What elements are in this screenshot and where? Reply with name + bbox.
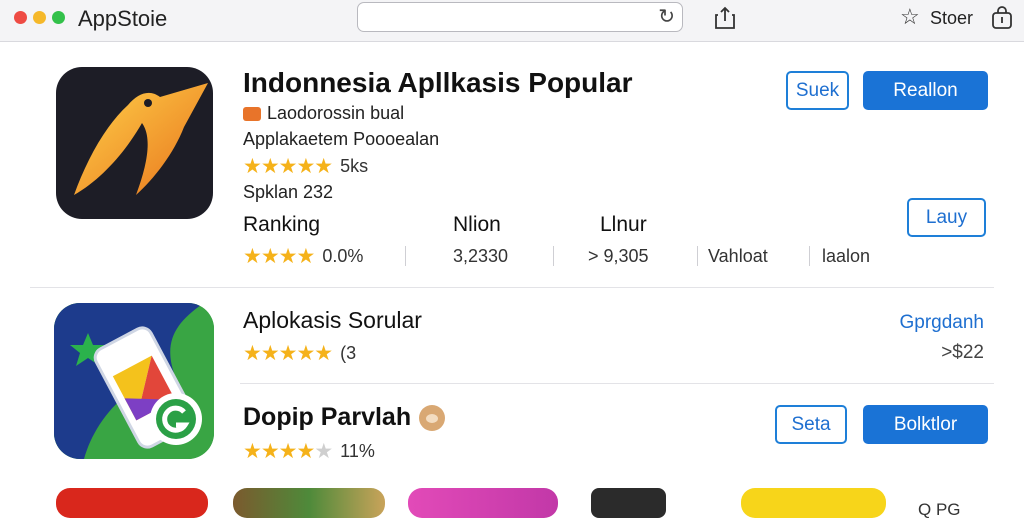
thumbnail-app-4[interactable] xyxy=(591,488,666,518)
stat-value-vahloat: Vahloat xyxy=(708,246,768,266)
thumbnail-app-1[interactable] xyxy=(56,488,208,518)
rating-count: 5ks xyxy=(340,156,369,176)
list-app-link-1[interactable]: Gprgdanh xyxy=(899,312,984,334)
thumbnail-app-2[interactable] xyxy=(233,488,385,518)
app-title: AppStoie xyxy=(78,6,168,31)
list-app-price-1: >$22 xyxy=(941,342,984,363)
store-label[interactable]: Stoer xyxy=(930,8,973,29)
stat-ranking: ★★★★ 0.0% xyxy=(243,244,363,269)
rating-text-2: 11% xyxy=(340,441,375,461)
row-divider xyxy=(240,383,994,384)
reload-icon[interactable]: ↻ xyxy=(658,6,675,28)
maximize-window-button[interactable] xyxy=(52,11,65,24)
share-icon[interactable] xyxy=(714,6,736,30)
list-app-title-2-text: Dopip Parvlah xyxy=(243,403,412,431)
developer-icon xyxy=(243,106,261,121)
ranking-stars-icon: ★★★★ xyxy=(243,245,315,268)
bag-icon[interactable] xyxy=(990,6,1014,30)
section-divider xyxy=(30,287,994,288)
list-app-rating-1: ★★★★★ (3 xyxy=(243,341,356,366)
developer-name: Laodorossin bual xyxy=(267,103,405,123)
bolktlor-button[interactable]: Bolktlor xyxy=(863,405,988,444)
dog-icon xyxy=(419,404,446,431)
search-input[interactable]: ↻ xyxy=(357,2,683,32)
stat-label-ranking: Ranking xyxy=(243,213,321,236)
divider xyxy=(553,246,554,266)
rating-stars-icon: ★★★★★ xyxy=(243,440,333,463)
featured-developer: Laodorossin bual xyxy=(243,103,404,124)
list-app-title-1: Aplokasis Sorular xyxy=(243,307,422,333)
stat-value-laalon: laalon xyxy=(822,246,871,266)
list-app-title-2: Dopip Parvlah xyxy=(243,403,446,432)
featured-app-icon[interactable] xyxy=(56,67,213,219)
featured-extra: Spklan 232 xyxy=(243,182,334,202)
favorite-star-icon[interactable]: ☆ xyxy=(900,6,920,28)
divider xyxy=(405,246,406,266)
minimize-window-button[interactable] xyxy=(33,11,46,24)
stat-value-nlion: 3,2330 xyxy=(453,246,509,266)
close-window-button[interactable] xyxy=(14,11,27,24)
rating-stars-icon: ★★★★★ xyxy=(243,155,333,178)
seta-button[interactable]: Seta xyxy=(775,405,847,444)
thumbnail-app-5[interactable] xyxy=(741,488,886,518)
rating-text-1: (3 xyxy=(340,343,357,363)
stat-value-ranking: 0.0% xyxy=(322,246,364,266)
title-bar: AppStoie ↻ ☆ Stoer xyxy=(0,0,1024,42)
featured-app-title: Indonnesia Apllkasis Popular xyxy=(243,67,633,98)
featured-subtitle: Applakaetem Poooealan xyxy=(243,129,440,149)
suek-button[interactable]: Suek xyxy=(786,71,849,110)
list-app-rating-2: ★★★★★ 11% xyxy=(243,439,375,464)
divider xyxy=(809,246,810,266)
thumbnail-app-3[interactable] xyxy=(408,488,558,518)
featured-rating: ★★★★★ 5ks xyxy=(243,154,368,179)
stat-value-llnur: > 9,305 xyxy=(588,246,649,266)
lauy-button[interactable]: Lauy xyxy=(907,198,986,237)
list-app-icon-1[interactable] xyxy=(54,303,214,459)
rating-stars-icon: ★★★★★ xyxy=(243,342,333,365)
divider xyxy=(697,246,698,266)
more-link[interactable]: Q PG xyxy=(918,500,961,520)
stat-label-nlion: Nlion xyxy=(453,213,501,236)
stat-label-llnur: Llnur xyxy=(600,213,647,236)
reallon-button[interactable]: Reallon xyxy=(863,71,988,110)
